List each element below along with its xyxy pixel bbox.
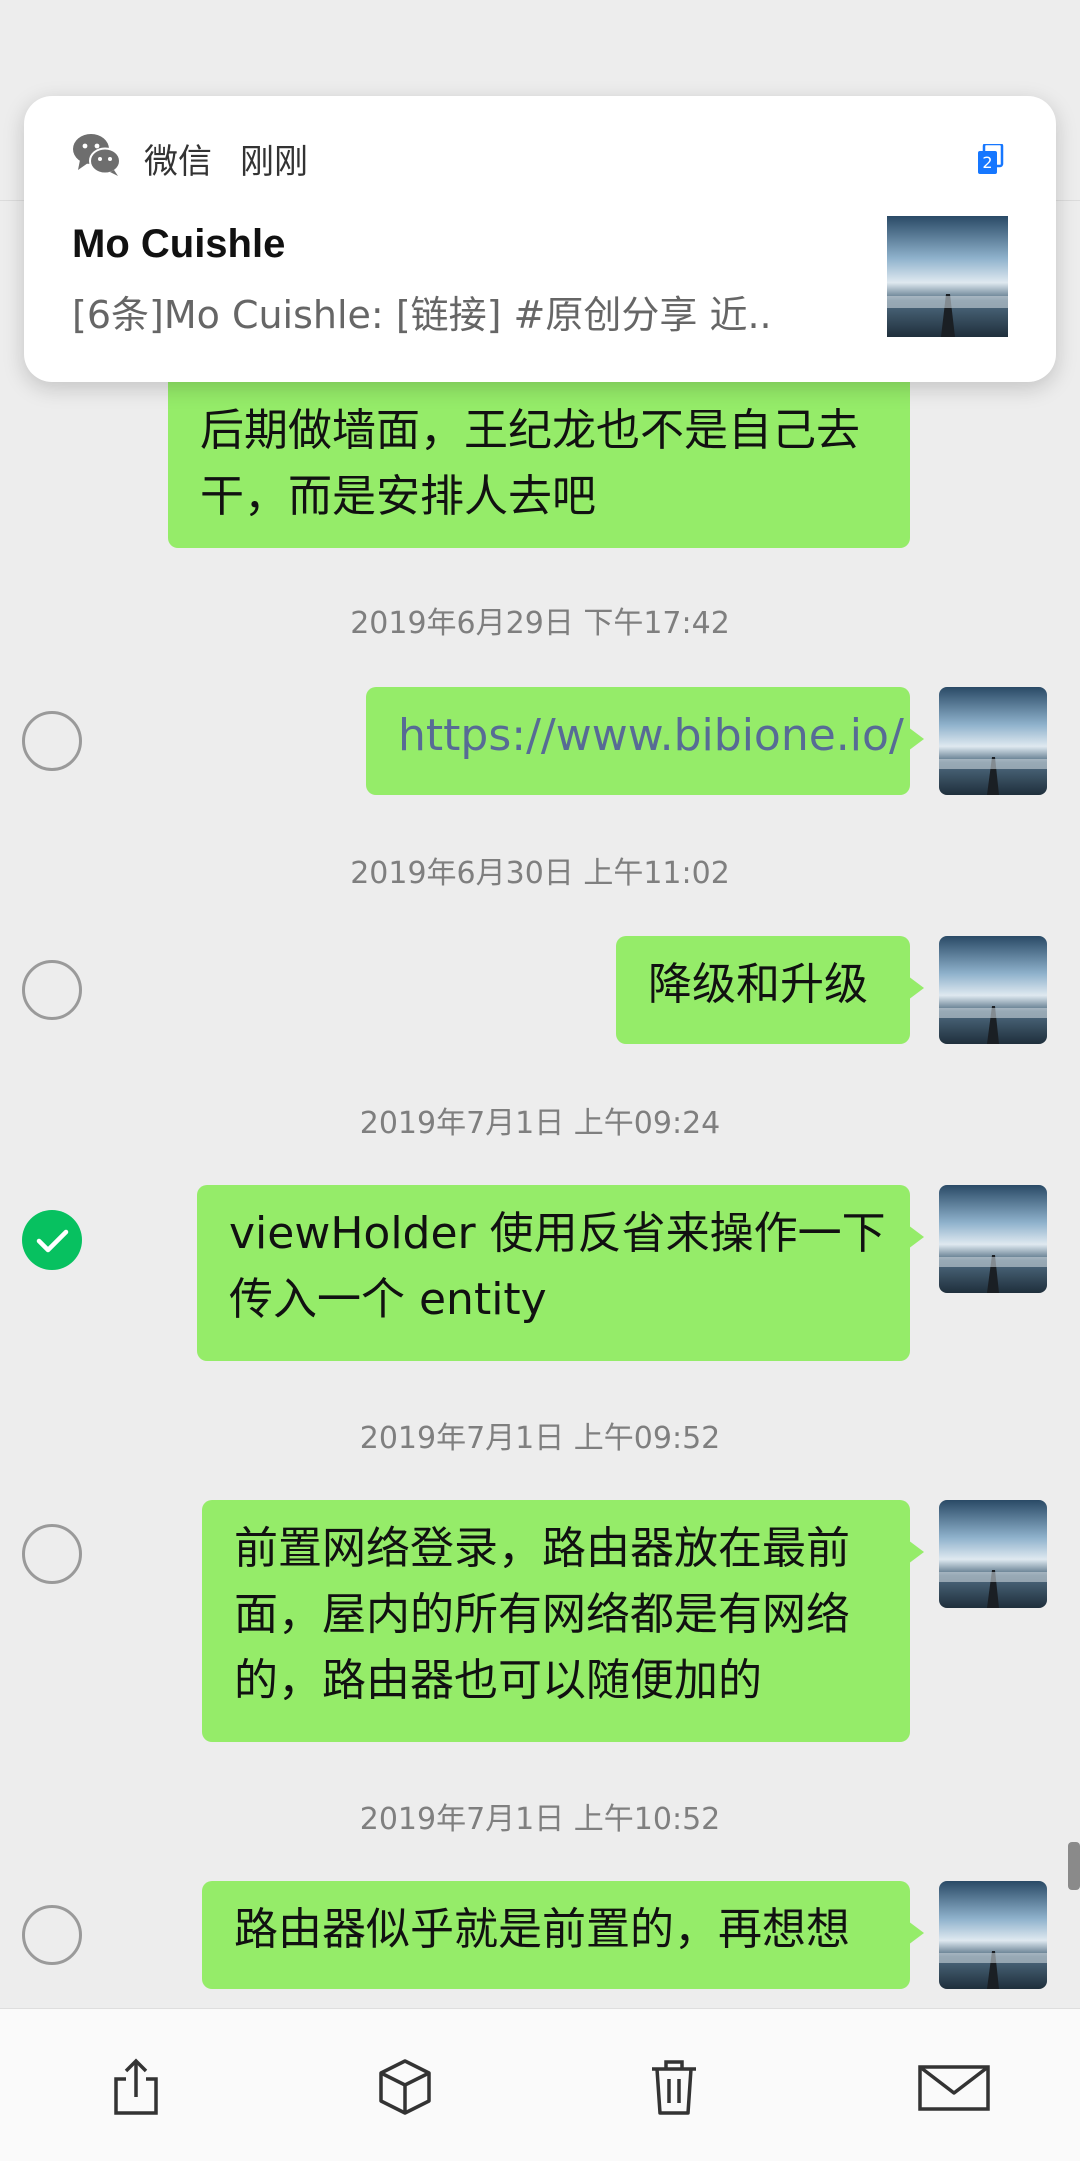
avatar-image xyxy=(939,936,1047,1044)
select-radio[interactable] xyxy=(22,1905,82,1965)
select-radio-checked[interactable] xyxy=(22,1210,82,1270)
timestamp: 2019年7月1日 上午09:52 xyxy=(359,1421,721,1456)
notification-time: 刚刚 xyxy=(240,142,308,182)
box-icon xyxy=(379,2059,431,2115)
message-line: 降级和升级 xyxy=(648,959,868,1010)
message-line: 干，而是安排人去吧 xyxy=(200,471,596,522)
message-bubble[interactable]: 路由器似乎就是前置的，再想想 xyxy=(202,1881,924,1989)
avatar-image xyxy=(939,1881,1047,1989)
message-bubble[interactable]: https://www.bibione.io/ xyxy=(366,687,924,795)
message-line: 前置网络登录，路由器放在最前 xyxy=(234,1523,850,1574)
message-line: viewHolder 使用反省来操作一下 xyxy=(229,1208,886,1259)
favorite-button[interactable] xyxy=(373,2055,437,2119)
scrollbar-thumb[interactable] xyxy=(1068,1842,1080,1890)
share-button[interactable] xyxy=(104,2055,168,2119)
avatar-image xyxy=(939,1500,1047,1608)
notification-title: Mo Cuishle xyxy=(72,222,286,266)
message-line: 传入一个 entity xyxy=(229,1274,547,1325)
avatar[interactable] xyxy=(939,687,1047,795)
notification-text: [6条]Mo Cuishle: [链接] #原创分享 近.. xyxy=(72,293,772,337)
trash-icon xyxy=(652,2060,696,2115)
message-bubble[interactable]: 前置网络登录，路由器放在最前 面，屋内的所有网络都是有网络 的，路由器也可以随便… xyxy=(202,1500,924,1742)
timestamp: 2019年6月30日 上午11:02 xyxy=(350,856,730,891)
avatar[interactable] xyxy=(939,936,1047,1044)
message-line: 后期做墙面，王纪龙也不是自己去 xyxy=(200,405,860,456)
message-line: 路由器似乎就是前置的，再想想 xyxy=(234,1904,850,1955)
avatar[interactable] xyxy=(939,1185,1047,1293)
avatar[interactable] xyxy=(939,1881,1047,1989)
badge-count: 2 xyxy=(982,153,992,172)
message-bubble[interactable]: 降级和升级 xyxy=(616,936,924,1044)
message-bubble[interactable]: viewHolder 使用反省来操作一下 传入一个 entity xyxy=(197,1185,924,1361)
notification-app-name: 微信 xyxy=(144,142,212,182)
message-line: 的，路由器也可以随便加的 xyxy=(234,1655,762,1706)
message-line: 面，屋内的所有网络都是有网络 xyxy=(234,1589,850,1640)
bottom-action-bar xyxy=(0,2008,1080,2161)
mail-icon xyxy=(918,2065,990,2111)
avatar[interactable] xyxy=(939,1500,1047,1608)
mail-button[interactable] xyxy=(914,2055,994,2119)
timestamp: 2019年6月29日 下午17:42 xyxy=(350,606,730,641)
delete-button[interactable] xyxy=(642,2055,706,2119)
message-link[interactable]: https://www.bibione.io/ xyxy=(398,703,904,769)
notification-count-badge: 2 xyxy=(978,142,1004,178)
message-bubble[interactable]: 后期做墙面，王纪龙也不是自己去 干，而是安排人去吧 xyxy=(168,368,910,548)
avatar-image xyxy=(939,687,1047,795)
select-radio[interactable] xyxy=(22,1524,82,1584)
notification-thumbnail xyxy=(887,216,1008,337)
select-radio[interactable] xyxy=(22,711,82,771)
share-icon xyxy=(114,2058,158,2115)
timestamp: 2019年7月1日 上午10:52 xyxy=(359,1802,721,1837)
wechat-icon xyxy=(73,134,121,176)
check-icon xyxy=(36,1229,69,1253)
select-radio[interactable] xyxy=(22,960,82,1020)
avatar-image xyxy=(939,1185,1047,1293)
timestamp: 2019年7月1日 上午09:24 xyxy=(359,1106,721,1141)
notification-card[interactable]: 微信 刚刚 2 Mo Cuishle [6条]Mo Cuishle: [链接] … xyxy=(24,96,1056,382)
